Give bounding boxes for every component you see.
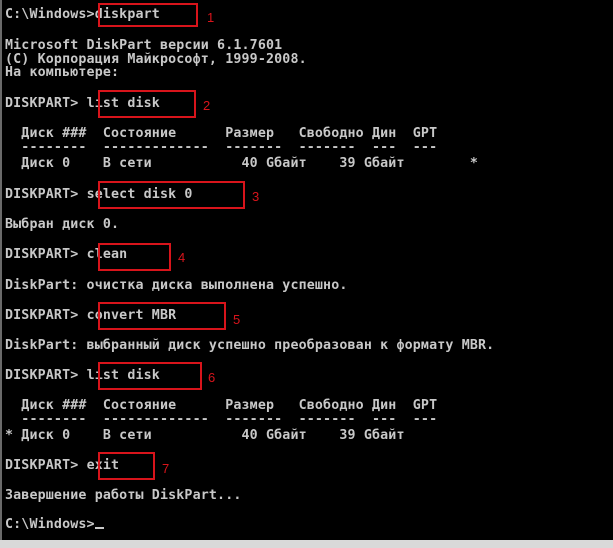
step-number-6: 6 [208,370,216,385]
select-output: Выбран диск 0. [5,217,120,232]
step-number-1: 1 [207,10,215,25]
prompt: C:\Windows> [5,7,95,22]
highlight-box-5 [98,302,226,330]
disk-table-1-separator: -------- ------------- ------- ------- -… [5,140,438,155]
highlight-box-4 [98,243,171,271]
highlight-box-7 [98,452,155,480]
prompt: DISKPART> [5,458,87,473]
step-number-7: 7 [162,461,170,476]
step-number-4: 4 [178,250,186,265]
highlight-box-3 [98,181,245,209]
prompt: DISKPART> [5,247,87,262]
step-number-2: 2 [203,98,211,113]
step-number-5: 5 [233,312,241,327]
prompt: DISKPART> [5,96,87,111]
console-window[interactable]: C:\Windows>diskpart 1 Microsoft DiskPart… [0,0,613,540]
prompt: DISKPART> [5,187,87,202]
text-cursor [94,527,104,529]
highlight-box-1 [98,3,198,27]
version-line: Microsoft DiskPart версии 6.1.7601 [5,38,283,53]
prompt: DISKPART> [5,368,87,383]
final-prompt-line[interactable]: C:\Windows> [5,518,104,532]
prompt: DISKPART> [5,308,87,323]
step-number-3: 3 [252,189,260,204]
exit-output: Завершение работы DiskPart... [5,488,242,503]
highlight-box-2 [98,90,196,118]
convert-output: DiskPart: выбранный диск успешно преобра… [5,338,495,353]
clean-output: DiskPart: очистка диска выполнена успешн… [5,278,348,293]
disk-table-2-header: Диск ### Состояние Размер Свободно Дин G… [5,398,438,413]
highlight-box-6 [98,362,202,390]
window-bottom-edge [0,540,613,548]
computer-line: На компьютере: [5,65,120,80]
disk-table-2-row: * Диск 0 В сети 40 Gбайт 39 Gбайт [5,428,405,443]
prompt: C:\Windows> [5,517,95,532]
disk-table-1-header: Диск ### Состояние Размер Свободно Дин G… [5,126,438,141]
disk-table-2-separator: -------- ------------- ------- ------- -… [5,412,438,427]
disk-table-1-row: Диск 0 В сети 40 Gбайт 39 Gбайт * [5,156,479,171]
